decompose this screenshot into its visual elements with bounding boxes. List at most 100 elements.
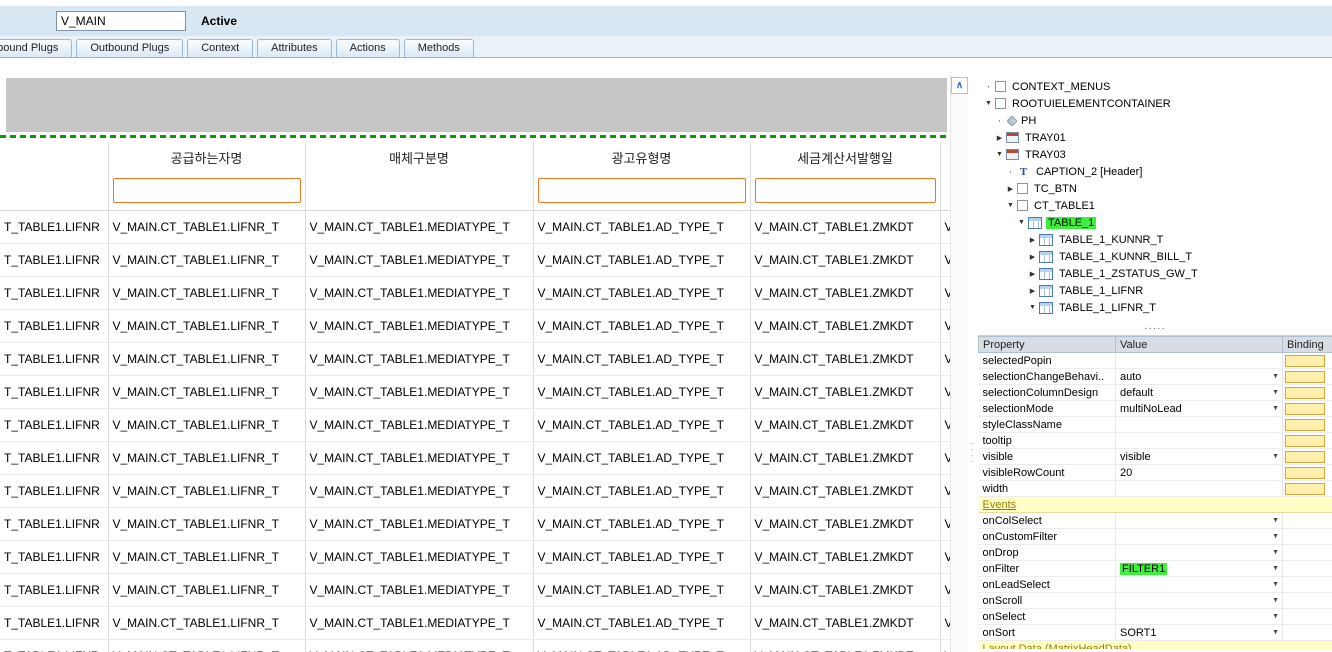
property-value[interactable]: ▼ [1115, 544, 1283, 561]
binding-button[interactable] [1285, 434, 1325, 447]
expand-icon[interactable]: ▶ [1026, 236, 1039, 244]
binding-button[interactable] [1285, 450, 1325, 463]
property-value[interactable]: ▼ [1115, 512, 1283, 529]
collapse-icon[interactable]: ▼ [993, 151, 1006, 158]
tree-item-caption-2-header[interactable]: · T CAPTION_2 [Header] [978, 163, 1332, 180]
tab-methods[interactable]: Methods [403, 39, 474, 57]
tree-item-table-1-lifnr-t[interactable]: ▼ TABLE_1_LIFNR_T [978, 299, 1332, 316]
dropdown-arrow-icon[interactable]: ▼ [1272, 549, 1279, 556]
dropdown-arrow-icon[interactable]: ▼ [1272, 565, 1279, 572]
table-cell: V_MAIN.CT_TABLE1.AD_TYPE_T [533, 573, 751, 607]
dropdown-arrow-icon[interactable]: ▼ [1272, 597, 1279, 604]
table-cell: V_MAIN.CT_TABLE1.LIFNR_T [108, 540, 306, 574]
dropdown-arrow-icon[interactable]: ▼ [1272, 373, 1279, 380]
dropdown-arrow-icon[interactable]: ▼ [1272, 517, 1279, 524]
property-value[interactable]: ▼ [1115, 528, 1283, 545]
table-cell: T_TABLE1.LIFNR [0, 474, 109, 508]
tree-item-table-1-zstatus-gw-t[interactable]: ▶ TABLE_1_ZSTATUS_GW_T [978, 265, 1332, 282]
tree-item-tray01[interactable]: ▶ TRAY01 [978, 129, 1332, 146]
tree-item-table-1-kunnr-bill-t[interactable]: ▶ TABLE_1_KUNNR_BILL_T [978, 248, 1332, 265]
splitter-handle[interactable]: ····· [978, 324, 1332, 335]
property-value[interactable]: auto ▼ [1115, 368, 1283, 385]
property-value[interactable] [1115, 416, 1283, 433]
property-value[interactable]: ▼ [1115, 592, 1283, 609]
expand-icon[interactable]: ▶ [1026, 270, 1039, 278]
property-row-oncolselect: onColSelect ▼ [978, 512, 1332, 529]
dropdown-arrow-icon[interactable]: ▼ [1272, 533, 1279, 540]
expand-icon[interactable]: ▶ [1026, 287, 1039, 295]
layout-preview-canvas[interactable]: 공급하는자명 매체구분명 광고유형명 세금계산서발행일 T_TABLE1.LIFNR V_… [0, 75, 950, 652]
property-value[interactable]: multiNoLead ▼ [1115, 400, 1283, 417]
panel-splitter[interactable]: · · · · [969, 439, 975, 466]
table-cell: V [940, 276, 950, 310]
expand-icon[interactable]: ▶ [1004, 185, 1017, 193]
property-value[interactable] [1115, 480, 1283, 497]
tree-item-table-1-lifnr[interactable]: ▶ TABLE_1_LIFNR [978, 282, 1332, 299]
binding-button[interactable] [1285, 370, 1325, 383]
dropdown-arrow-icon[interactable]: ▼ [1272, 629, 1279, 636]
tree-item-label: CONTEXT_MENUS [1012, 80, 1111, 93]
table-row: T_TABLE1.LIFNRV_MAIN.CT_TABLE1.LIFNR_TV_… [0, 408, 950, 442]
tree-item-tray03[interactable]: ▼ TRAY03 [978, 146, 1332, 163]
expand-icon[interactable]: ▶ [993, 134, 1006, 142]
table-cell: V [940, 474, 950, 508]
dropdown-arrow-icon[interactable]: ▼ [1272, 613, 1279, 620]
tab-inbound-plugs[interactable]: Inbound Plugs [0, 39, 73, 57]
collapse-icon[interactable]: ▼ [1004, 202, 1017, 209]
collapse-icon[interactable]: ▼ [1015, 219, 1028, 226]
tree-item-tc-btn[interactable]: ▶ TC_BTN [978, 180, 1332, 197]
filter-input[interactable] [112, 178, 301, 204]
binding-button[interactable] [1285, 402, 1325, 415]
table-cell: V_MAIN.CT_TABLE1.AD_TYPE_T [533, 210, 751, 244]
column-header[interactable]: 매체구분명 [305, 142, 534, 172]
column-header[interactable] [0, 142, 109, 172]
expand-icon[interactable]: ▶ [1026, 253, 1039, 261]
dropdown-arrow-icon[interactable]: ▼ [1272, 581, 1279, 588]
table-cell: V [940, 309, 950, 343]
preview-scrollbar[interactable]: ∧ [950, 75, 968, 652]
property-value[interactable]: ▼ [1115, 608, 1283, 625]
column-header[interactable]: 광고유형명 [533, 142, 751, 172]
tab-attributes[interactable]: Attributes [257, 39, 332, 57]
tree-item-ph[interactable]: · PH [978, 112, 1332, 129]
property-value[interactable]: 20 [1115, 464, 1283, 481]
property-value[interactable]: SORT1 ▼ [1115, 624, 1283, 641]
collapse-icon[interactable]: ▼ [1026, 304, 1039, 311]
tree-item-table-1[interactable]: ▼ TABLE_1 [978, 214, 1332, 231]
tab-actions[interactable]: Actions [335, 39, 400, 57]
property-value[interactable]: FILTER1 ▼ [1115, 560, 1283, 577]
dropdown-arrow-icon[interactable]: ▼ [1272, 405, 1279, 412]
binding-button[interactable] [1285, 386, 1325, 399]
column-header[interactable]: 세금계산서발행일 [750, 142, 941, 172]
binding-button[interactable] [1285, 482, 1325, 495]
filter-input[interactable] [537, 178, 746, 204]
table-row: T_TABLE1.LIFNRV_MAIN.CT_TABLE1.LIFNR_TV_… [0, 474, 950, 508]
tree-item-rootuielementcontainer[interactable]: ▼ ROOTUIELEMENTCONTAINER [978, 95, 1332, 112]
column-header[interactable] [940, 142, 950, 172]
binding-button[interactable] [1285, 354, 1325, 367]
view-name-input[interactable] [56, 11, 186, 31]
tree-item-table-1-kunnr-t[interactable]: ▶ TABLE_1_KUNNR_T [978, 231, 1332, 248]
tree-item-label: CT_TABLE1 [1034, 199, 1095, 212]
property-value[interactable] [1115, 352, 1283, 369]
dropdown-arrow-icon[interactable]: ▼ [1272, 389, 1279, 396]
tab-context[interactable]: Context [187, 39, 254, 57]
property-value[interactable]: default ▼ [1115, 384, 1283, 401]
tab-outbound-plugs[interactable]: Outbound Plugs [76, 39, 184, 57]
collapse-icon[interactable]: ▼ [982, 100, 995, 107]
filter-input[interactable] [754, 178, 936, 204]
column-header[interactable]: 공급하는자명 [108, 142, 306, 172]
property-value[interactable]: visible ▼ [1115, 448, 1283, 465]
property-value[interactable]: ▼ [1115, 576, 1283, 593]
scroll-up-button[interactable]: ∧ [951, 77, 968, 94]
table-cell: T_TABLE1.LIFNR [0, 540, 109, 574]
tree-item-context-menus[interactable]: · CONTEXT_MENUS [978, 78, 1332, 95]
tree-item-label: TABLE_1_KUNNR_T [1059, 233, 1164, 246]
tree-item-ct-table1[interactable]: ▼ CT_TABLE1 [978, 197, 1332, 214]
property-value[interactable] [1115, 432, 1283, 449]
table-cell: V_MAIN.CT_TABLE1.LIFNR_T [108, 573, 306, 607]
table-icon [1028, 216, 1042, 229]
dropdown-arrow-icon[interactable]: ▼ [1272, 453, 1279, 460]
binding-button[interactable] [1285, 418, 1325, 431]
binding-button[interactable] [1285, 466, 1325, 479]
